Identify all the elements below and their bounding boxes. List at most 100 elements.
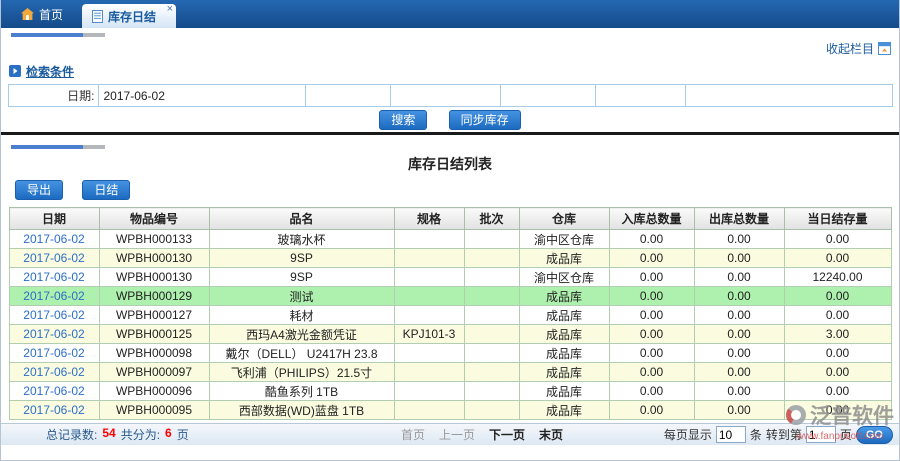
table-row[interactable]: 2017-06-02WPBH0001309SP渝中区仓库0.000.001224… (9, 268, 891, 287)
table-cell: 0.00 (694, 325, 784, 344)
table-row[interactable]: 2017-06-02WPBH000127耗材成品库0.000.000.00 (9, 306, 891, 325)
total-records-value: 54 (102, 426, 115, 443)
form-empty-cell (305, 85, 390, 107)
table-cell: WPBH000097 (99, 363, 209, 382)
form-empty-cell (685, 85, 892, 107)
per-page-label: 每页显示 (664, 426, 712, 443)
watermark: 泛普软件 www.fanpusoft.com (786, 400, 894, 442)
table-cell: WPBH000125 (99, 325, 209, 344)
date-link[interactable]: 2017-06-02 (9, 344, 99, 363)
table-row[interactable]: 2017-06-02WPBH000125西玛A4激光金额凭证KPJ101-3成品… (9, 325, 891, 344)
export-button[interactable]: 导出 (15, 180, 63, 200)
table-cell (394, 268, 464, 287)
pages-unit: 页 (177, 426, 189, 443)
table-cell (394, 401, 464, 420)
daily-settlement-button[interactable]: 日结 (82, 180, 130, 200)
home-icon (21, 8, 34, 20)
table-cell: 成品库 (519, 382, 609, 401)
search-actions: 搜索 同步库存 (1, 110, 899, 130)
table-cell (464, 230, 519, 249)
table-cell: 酷鱼系列 1TB (209, 382, 394, 401)
table-cell: 9SP (209, 268, 394, 287)
watermark-url: www.fanpusoft.com (786, 431, 894, 442)
column-header: 入库总数量 (609, 208, 694, 230)
table-cell: 0.00 (609, 287, 694, 306)
table-cell: 0.00 (609, 401, 694, 420)
pagination-link[interactable]: 下一页 (489, 426, 525, 443)
date-link[interactable]: 2017-06-02 (9, 325, 99, 344)
inventory-table: 日期物品编号品名规格批次仓库入库总数量出库总数量当日结存量 2017-06-02… (9, 207, 892, 420)
date-link[interactable]: 2017-06-02 (9, 306, 99, 325)
table-row[interactable]: 2017-06-02WPBH0001309SP成品库0.000.000.00 (9, 249, 891, 268)
date-link[interactable]: 2017-06-02 (9, 363, 99, 382)
close-tab-icon[interactable]: × (167, 4, 173, 15)
pagination-link[interactable]: 首页 (401, 426, 425, 443)
form-empty-cell (500, 85, 595, 107)
table-cell: WPBH000130 (99, 249, 209, 268)
table-cell: 成品库 (519, 287, 609, 306)
table-cell (394, 344, 464, 363)
table-row[interactable]: 2017-06-02WPBH000097飞利浦（PHILIPS）21.5寸 成品库… (9, 363, 891, 382)
table-row[interactable]: 2017-06-02WPBH000096酷鱼系列 1TB成品库0.000.000… (9, 382, 891, 401)
search-form-row: 日期: (8, 85, 892, 107)
table-cell: 0.00 (694, 401, 784, 420)
pagination-link[interactable]: 末页 (539, 426, 563, 443)
table-cell: WPBH000127 (99, 306, 209, 325)
table-cell (464, 249, 519, 268)
tab-home[interactable]: 首页 (5, 0, 79, 28)
table-cell: 0.00 (694, 344, 784, 363)
table-cell (394, 363, 464, 382)
table-cell: 戴尔（DELL） U2417H 23.8 (209, 344, 394, 363)
per-page-input[interactable] (716, 426, 746, 443)
table-cell: 成品库 (519, 306, 609, 325)
table-cell: 成品库 (519, 325, 609, 344)
table-cell: 成品库 (519, 363, 609, 382)
date-link[interactable]: 2017-06-02 (9, 382, 99, 401)
pagination: 首页上一页下一页末页 (401, 426, 563, 443)
table-cell: 0.00 (694, 382, 784, 401)
search-section-header[interactable]: 检索条件 (9, 63, 899, 79)
pages-value: 6 (165, 426, 172, 443)
decoration-bar (11, 33, 105, 37)
table-cell: 西玛A4激光金额凭证 (209, 325, 394, 344)
column-header: 规格 (394, 208, 464, 230)
list-title: 库存日结列表 (1, 154, 899, 172)
table-cell: 0.00 (609, 363, 694, 382)
table-cell: WPBH000095 (99, 401, 209, 420)
date-label: 日期: (8, 85, 98, 107)
date-input[interactable] (102, 87, 294, 105)
table-cell: 0.00 (609, 230, 694, 249)
collapse-panel-link[interactable]: 收起栏目 (826, 40, 891, 57)
table-cell: 飞利浦（PHILIPS）21.5寸 (209, 363, 394, 382)
table-cell: 0.00 (694, 268, 784, 287)
date-link[interactable]: 2017-06-02 (9, 249, 99, 268)
search-form: 日期: (8, 84, 893, 107)
table-row[interactable]: 2017-06-02WPBH000098戴尔（DELL） U2417H 23.8… (9, 344, 891, 363)
table-cell: 0.00 (609, 325, 694, 344)
search-button[interactable]: 搜索 (379, 110, 427, 130)
table-cell: 0.00 (784, 230, 891, 249)
column-header: 当日结存量 (784, 208, 891, 230)
table-cell: 3.00 (784, 325, 891, 344)
footer-bar: 总记录数: 54 共分为: 6 页 首页上一页下一页末页 每页显示 条 转到第 … (1, 423, 899, 445)
table-cell: WPBH000130 (99, 268, 209, 287)
table-cell: WPBH000129 (99, 287, 209, 306)
date-link[interactable]: 2017-06-02 (9, 230, 99, 249)
sync-inventory-button[interactable]: 同步库存 (449, 110, 521, 130)
table-cell: 0.00 (694, 230, 784, 249)
table-cell (394, 230, 464, 249)
tab-inventory-daily-settlement[interactable]: 库存日结 × (82, 4, 176, 28)
pages-label: 共分为: (121, 426, 160, 443)
table-cell: 成品库 (519, 401, 609, 420)
table-row[interactable]: 2017-06-02WPBH000133玻璃水杯渝中区仓库0.000.000.0… (9, 230, 891, 249)
table-cell: 0.00 (694, 363, 784, 382)
pagination-link[interactable]: 上一页 (439, 426, 475, 443)
list-actions: 导出 日结 (15, 180, 899, 200)
form-empty-cell (595, 85, 685, 107)
table-row[interactable]: 2017-06-02WPBH000095西部数据(WD)蓝盘 1TB成品库0.0… (9, 401, 891, 420)
date-link[interactable]: 2017-06-02 (9, 268, 99, 287)
table-row[interactable]: 2017-06-02WPBH000129测试成品库0.000.000.00 (9, 287, 891, 306)
date-link[interactable]: 2017-06-02 (9, 401, 99, 420)
date-link[interactable]: 2017-06-02 (9, 287, 99, 306)
table-cell: 渝中区仓库 (519, 268, 609, 287)
